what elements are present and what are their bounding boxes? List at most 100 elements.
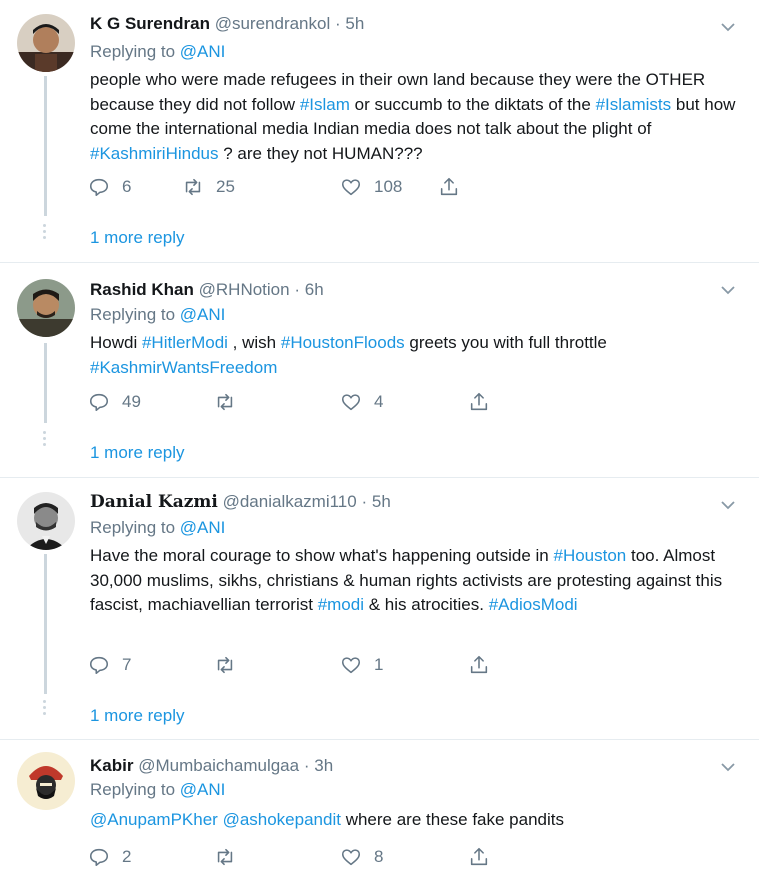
reply-count: 7 [122,655,132,674]
display-name[interactable]: Danial Kazmi [90,492,218,512]
tweet-text-run: Have the moral courage to show what's ha… [90,546,554,565]
reply-icon [89,848,109,867]
thread-dots [43,224,47,242]
handle[interactable]: @danialkazmi110 [223,492,357,511]
reply-button[interactable]: 7 [88,654,131,676]
retweet-button[interactable] [214,654,248,676]
replying-to-label: Replying to [90,305,176,324]
tweet-text-run: greets you with full throttle [404,333,607,352]
display-name[interactable]: Rashid Khan [90,280,194,299]
replying-to-mention[interactable]: @ANI [180,305,226,324]
tweet-text-run: where are these fake pandits [340,810,564,829]
tweet-header: Kabir @Mumbaichamulgaa · 3h [90,756,333,776]
chevron-down-icon[interactable] [719,496,737,514]
tweet-text-run: , wish [227,333,281,352]
action-bar: 7 1 [88,654,508,678]
retweet-button[interactable] [214,846,248,868]
reply-button[interactable]: 6 [88,176,131,198]
chevron-down-icon[interactable] [719,758,737,776]
retweet-button[interactable]: 25 [182,176,235,198]
replying-to: Replying to @ANI [90,780,225,800]
reply-count: 2 [122,847,132,866]
reply-icon [89,393,109,412]
display-name[interactable]: Kabir [90,756,133,775]
hashtag-link[interactable]: #Islam [300,95,350,114]
thread-line [44,554,47,694]
share-icon [470,847,488,866]
hashtag-link[interactable]: #HoustonFloods [281,333,405,352]
tweet-surendran[interactable]: K G Surendran @surendrankol · 5h Replyin… [0,0,759,263]
hashtag-link[interactable]: #AdiosModi [489,595,578,614]
thread-line [44,76,47,216]
tweet-text-run: or succumb to the diktats of the [349,94,596,114]
handle[interactable]: @RHNotion [199,280,290,299]
tweet-header: Rashid Khan @RHNotion · 6h [90,280,324,300]
share-icon [440,177,458,196]
retweet-icon [217,656,233,674]
timestamp[interactable]: 3h [314,756,333,775]
more-replies-link[interactable]: 1 more reply [90,706,184,726]
like-icon [341,849,361,866]
like-button[interactable]: 8 [340,846,383,868]
replying-to-mention[interactable]: @ANI [180,42,226,61]
hashtag-link[interactable]: #Houston [553,546,626,565]
handle[interactable]: @Mumbaichamulgaa [138,756,299,775]
more-replies-link[interactable]: 1 more reply [90,443,184,463]
reply-count: 49 [122,392,141,411]
timestamp[interactable]: 5h [345,14,364,33]
chevron-down-icon[interactable] [719,281,737,299]
display-name[interactable]: K G Surendran [90,14,210,33]
like-icon [341,657,361,674]
tweet-text: Have the moral courage to show what's ha… [90,544,740,618]
retweet-icon [217,848,233,866]
action-bar: 6 25 108 [88,176,508,200]
thread-dots [43,431,47,449]
avatar-kabir[interactable] [17,752,75,810]
tweet-text: people who were made refugees in their o… [90,68,740,166]
reply-icon [89,656,109,675]
hashtag-link[interactable]: #KashmiriHindus [90,144,219,163]
tweet-danial[interactable]: Danial Kazmi @danialkazmi110 · 5h Replyi… [0,478,759,740]
replying-to-mention[interactable]: @ANI [180,780,226,799]
hashtag-link[interactable]: #modi [318,595,364,614]
like-button[interactable]: 4 [340,391,383,413]
like-button[interactable]: 1 [340,654,383,676]
hashtag-link[interactable]: #KashmirWantsFreedom [90,358,277,377]
share-button[interactable] [438,176,472,198]
avatar-danial[interactable] [17,492,75,550]
retweet-icon [185,178,201,196]
retweet-button[interactable] [214,391,248,413]
share-button[interactable] [468,846,502,868]
share-button[interactable] [468,391,502,413]
like-icon [341,394,361,411]
tweet-rashid[interactable]: Rashid Khan @RHNotion · 6h Replying to @… [0,263,759,478]
replying-to-mention[interactable]: @ANI [180,518,226,537]
mention-link[interactable]: @ashokepandit [223,810,341,829]
action-bar: 49 4 [88,391,508,415]
more-replies-link[interactable]: 1 more reply [90,228,184,248]
replying-to-label: Replying to [90,780,176,799]
handle[interactable]: @surendrankol [215,14,331,33]
mention-link[interactable]: @AnupamPKher [90,810,218,829]
tweet-header: Danial Kazmi @danialkazmi110 · 5h [90,492,391,512]
reply-icon [89,178,109,197]
replying-to-label: Replying to [90,42,176,61]
separator: · [361,492,368,511]
hashtag-link[interactable]: #Islamists [596,95,672,114]
replying-to: Replying to @ANI [90,518,225,538]
like-button[interactable]: 108 [340,176,402,198]
like-count: 4 [374,392,384,411]
hashtag-link[interactable]: #HitlerModi [142,333,228,352]
like-icon [341,179,361,196]
share-button[interactable] [468,654,502,676]
chevron-down-icon[interactable] [719,18,737,36]
avatar-rashid[interactable] [17,279,75,337]
reply-button[interactable]: 2 [88,846,131,868]
reply-button[interactable]: 49 [88,391,141,413]
thread-line [44,343,47,423]
like-count: 1 [374,655,384,674]
tweet-kabir[interactable]: Kabir @Mumbaichamulgaa · 3h Replying to … [0,740,759,889]
timestamp[interactable]: 6h [305,280,324,299]
avatar-surendran[interactable] [17,14,75,72]
timestamp[interactable]: 5h [372,492,391,511]
